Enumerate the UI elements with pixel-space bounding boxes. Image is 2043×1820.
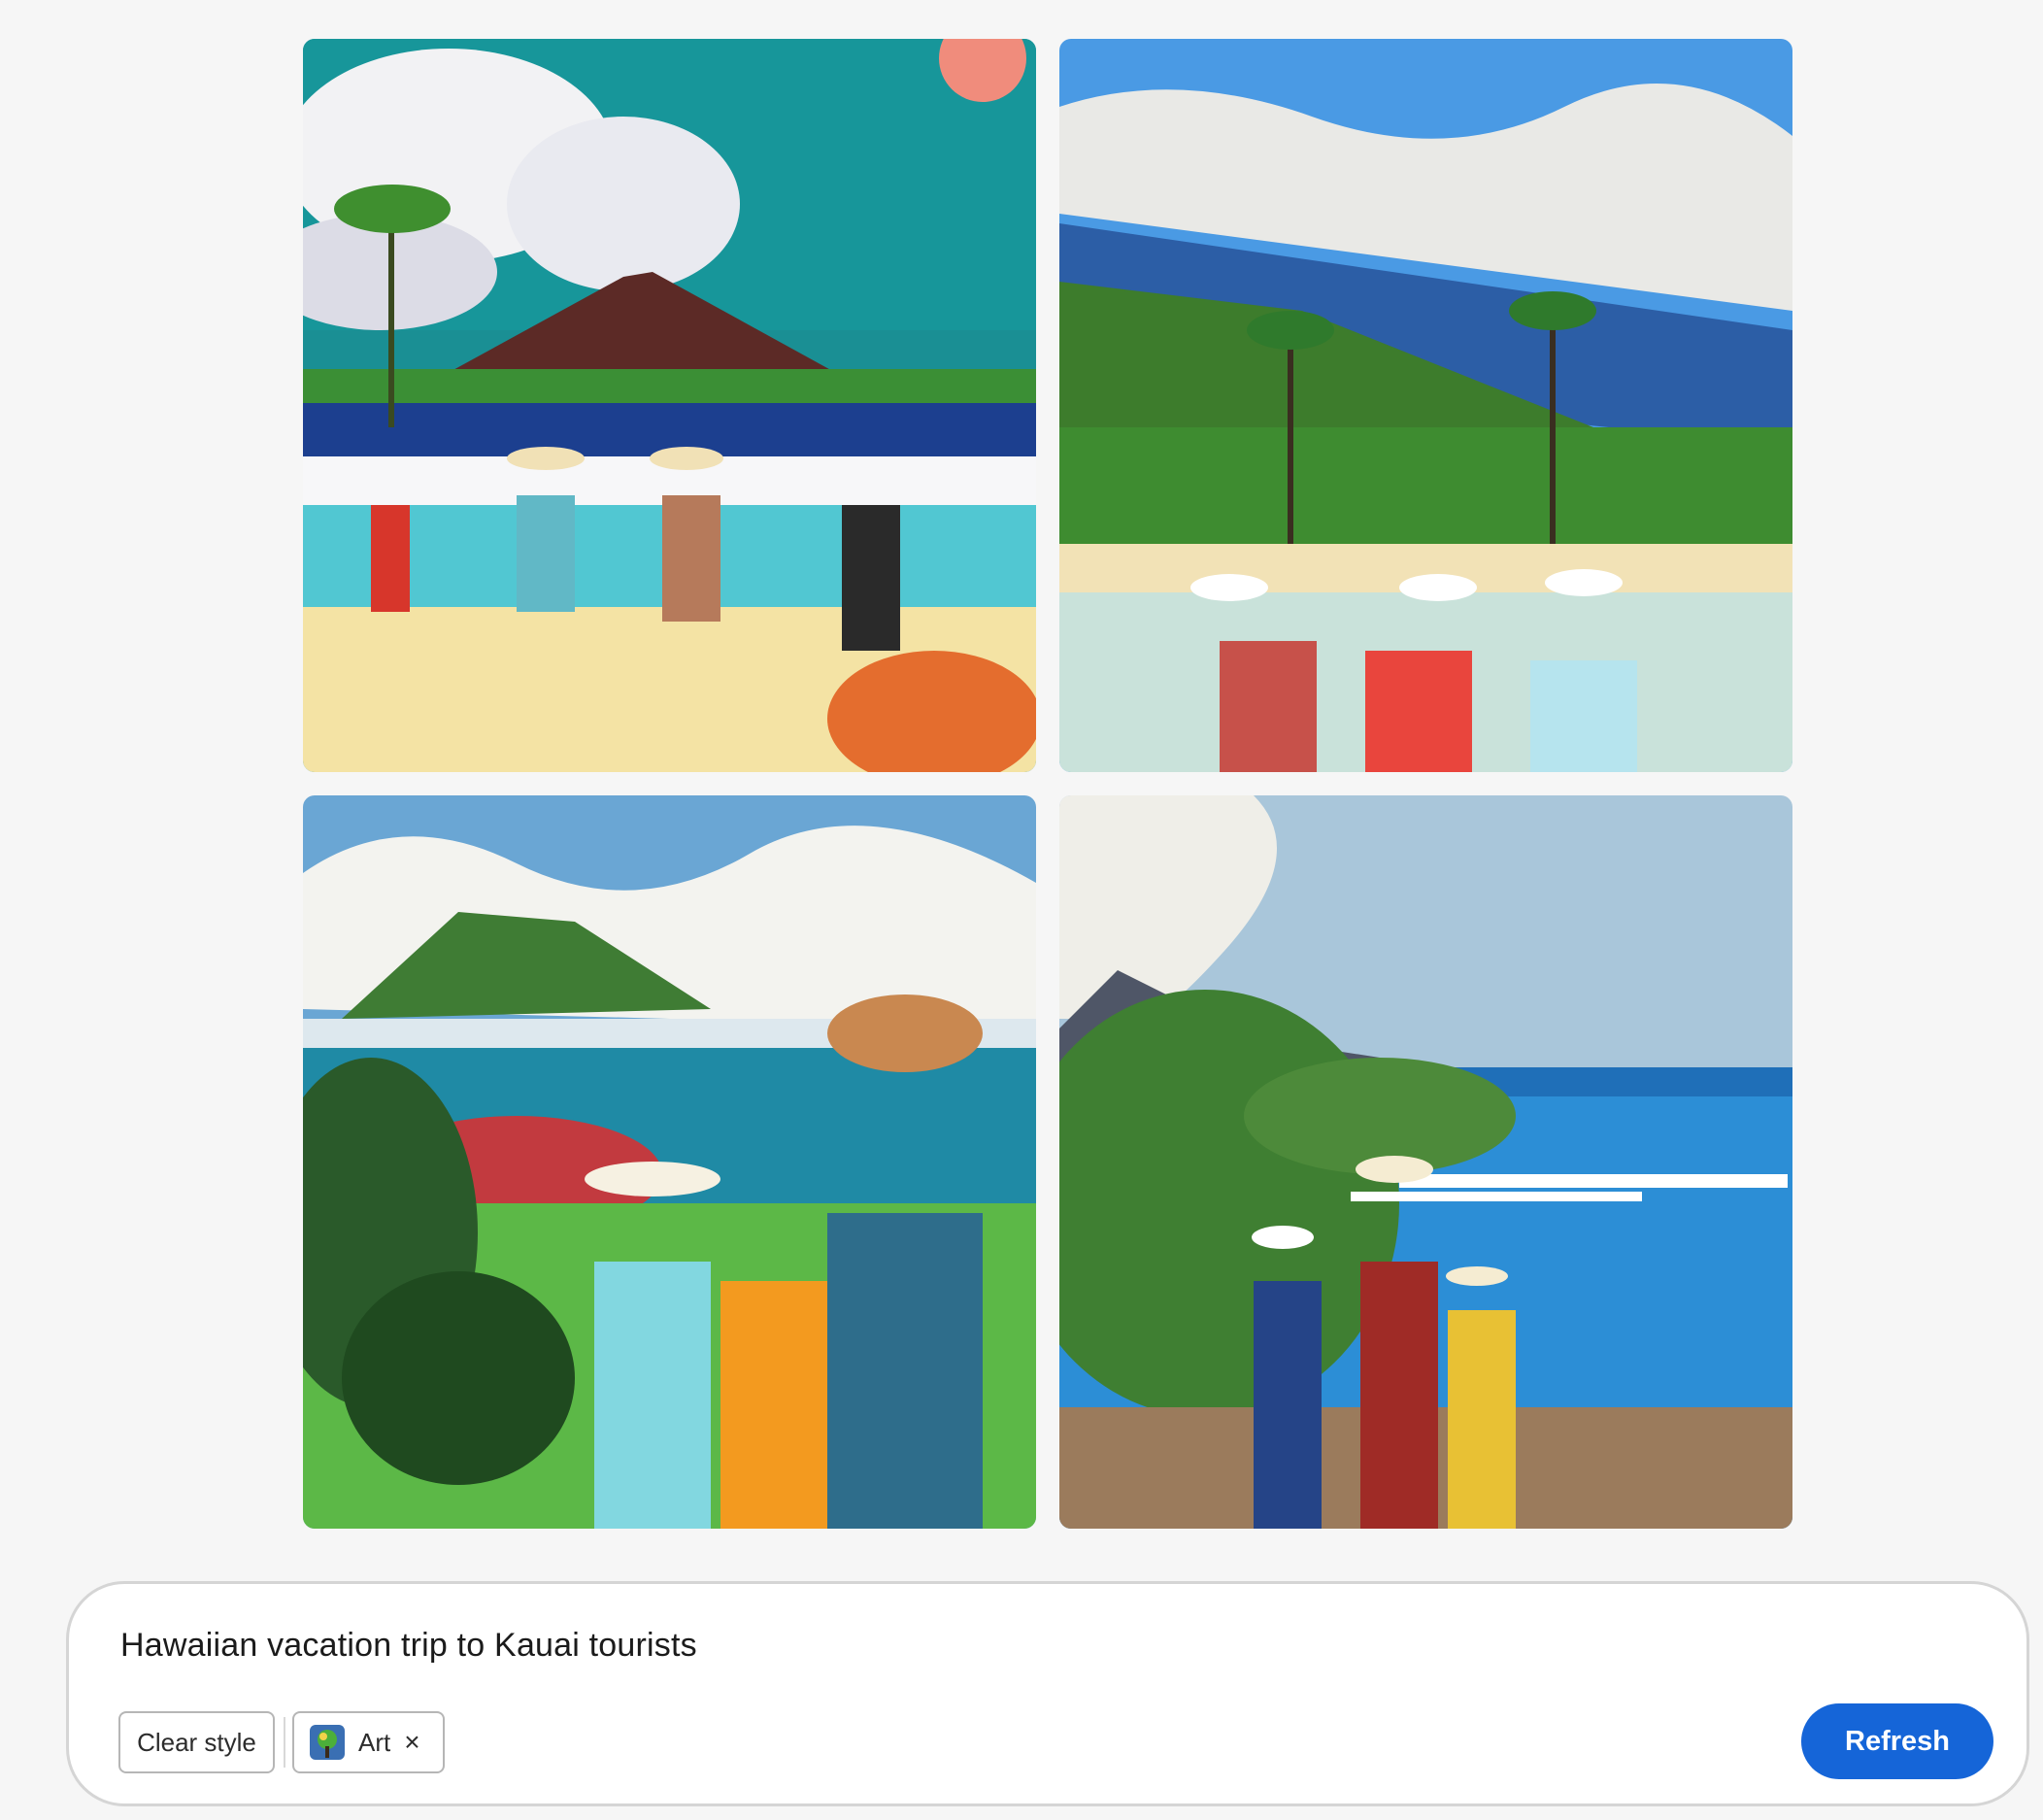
clear-style-label: Clear style <box>137 1727 256 1757</box>
refresh-label: Refresh <box>1845 1725 1950 1757</box>
generated-image-4-artwork <box>1059 795 1792 1529</box>
art-style-label: Art <box>358 1727 391 1757</box>
generated-image-2-artwork <box>1059 39 1792 772</box>
generated-image-1-artwork <box>303 39 1036 772</box>
prompt-input[interactable] <box>120 1627 1771 1665</box>
app-stage: Clear style Art × Refresh <box>0 0 2043 1820</box>
clear-style-button[interactable]: Clear style <box>118 1711 275 1773</box>
generated-image-4[interactable] <box>1059 795 1792 1529</box>
art-style-thumbnail-icon <box>310 1725 345 1760</box>
style-divider <box>284 1717 285 1768</box>
generated-image-grid <box>0 0 2043 1554</box>
generated-image-1[interactable] <box>303 39 1036 772</box>
generated-image-2[interactable] <box>1059 39 1792 772</box>
generated-image-3-artwork <box>303 795 1036 1529</box>
generated-image-3[interactable] <box>303 795 1036 1529</box>
refresh-button[interactable]: Refresh <box>1801 1703 1993 1779</box>
prompt-panel: Clear style Art × Refresh <box>66 1581 2029 1806</box>
art-style-chip[interactable]: Art × <box>292 1711 445 1773</box>
close-icon[interactable]: × <box>404 1729 419 1756</box>
